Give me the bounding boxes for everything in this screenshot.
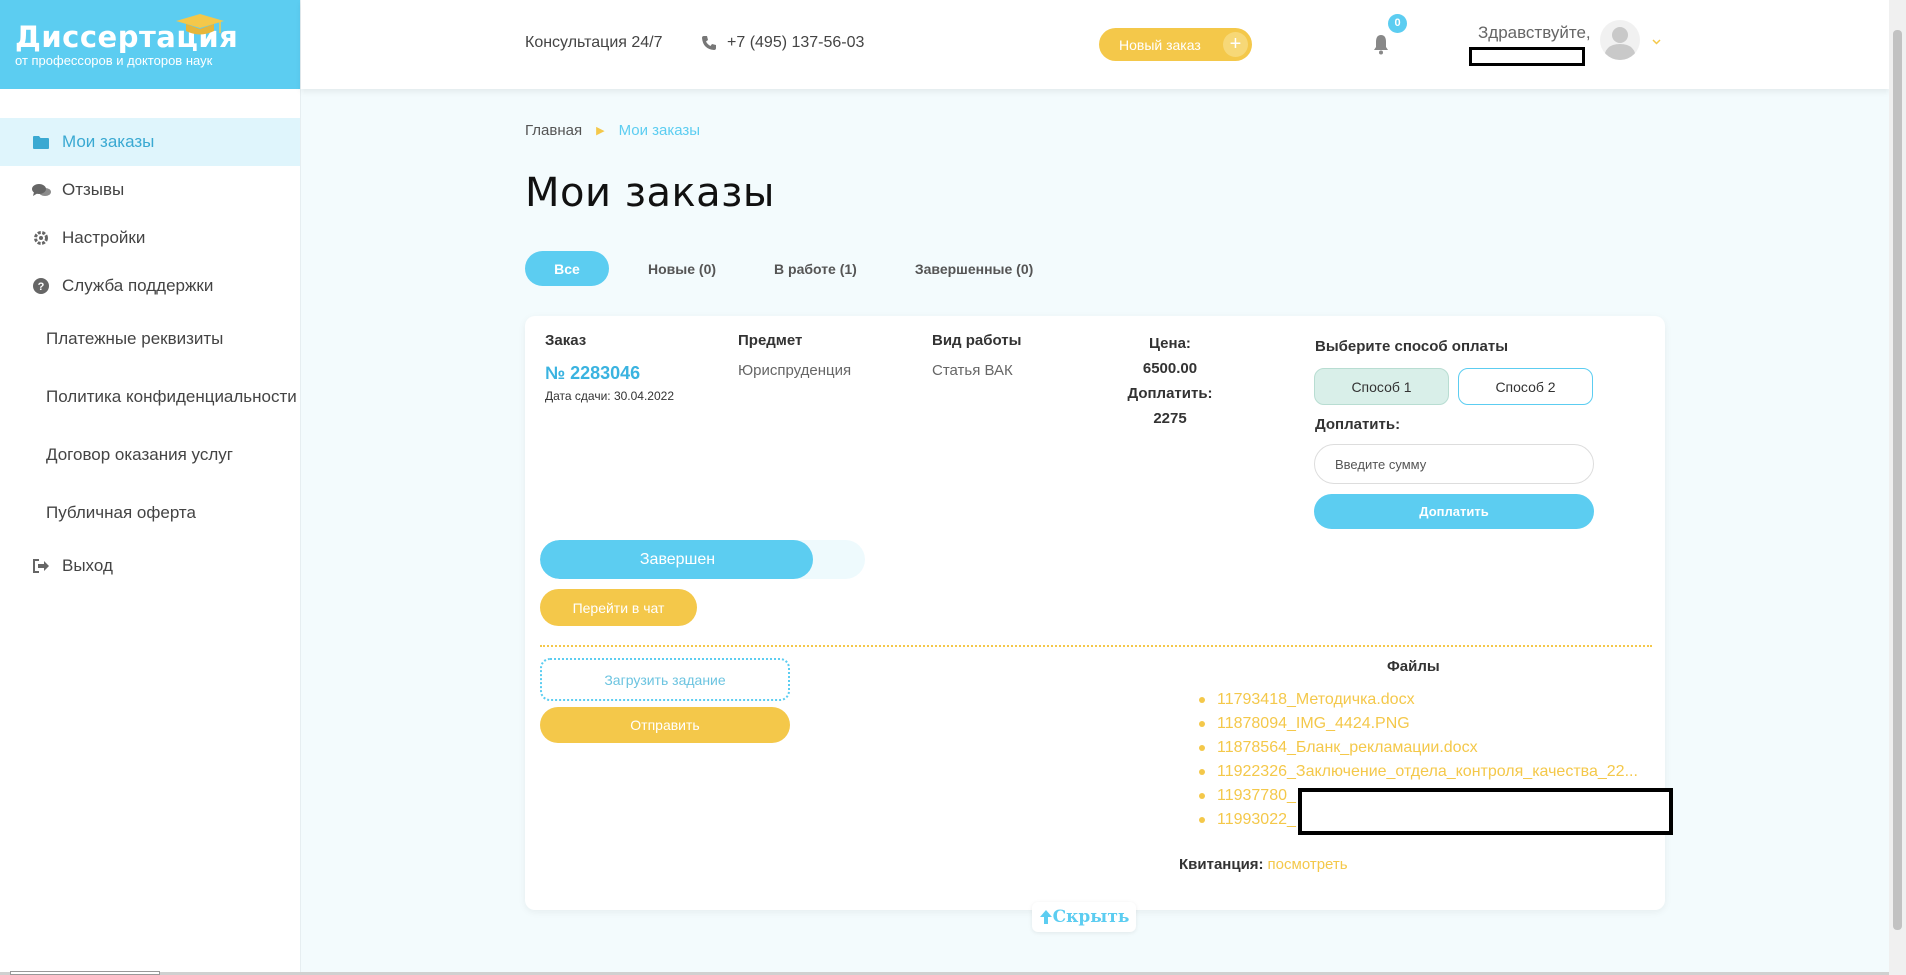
files-title: Файлы	[1387, 658, 1440, 675]
sidebar-item-service-agreement[interactable]: Договор оказания услуг	[0, 426, 300, 484]
graduation-cap-icon	[176, 14, 224, 35]
phone-icon	[702, 36, 716, 50]
payment-method-1-button[interactable]: Способ 1	[1314, 368, 1449, 405]
sidebar-item-reviews[interactable]: Отзывы	[0, 166, 300, 214]
folder-icon	[30, 133, 52, 151]
page-title: Мои заказы	[525, 170, 775, 216]
sidebar-item-label: Политика конфиденциальности	[46, 387, 297, 406]
file-link[interactable]: 11878094_IMG_4424.PNG	[1199, 712, 1639, 736]
payment-method-title: Выберите способ оплаты	[1315, 338, 1509, 355]
notification-count-badge: 0	[1388, 14, 1407, 33]
sidebar-item-label: Платежные реквизиты	[46, 329, 224, 348]
breadcrumb-current: Мои заказы	[618, 122, 701, 139]
hide-button[interactable]: Скрыть	[1032, 902, 1136, 932]
upload-task-button[interactable]: Загрузить задание	[540, 658, 790, 701]
sidebar-item-public-offer[interactable]: Публичная оферта	[0, 484, 300, 542]
sidebar-item-logout[interactable]: Выход	[0, 542, 300, 590]
redacted-file-names	[1298, 788, 1673, 835]
top-header: Консультация 24/7 +7 (495) 137-56-03 Нов…	[301, 0, 1889, 89]
surcharge-label: Доплатить:	[1127, 385, 1213, 402]
price-value: 6500.00	[1142, 360, 1198, 377]
work-type-value: Статья ВАК	[932, 362, 1013, 379]
gear-icon	[30, 229, 52, 247]
brand-name: Диссертация	[15, 20, 239, 54]
sidebar-item-payment-details[interactable]: Платежные реквизиты	[0, 310, 300, 368]
sidebar: Диссертация от профессоров и докторов на…	[0, 0, 301, 975]
sidebar-item-label: Настройки	[62, 228, 146, 247]
horizontal-scrollbar-thumb[interactable]	[10, 971, 160, 975]
tab-in-progress[interactable]: В работе (1)	[755, 251, 876, 286]
svg-text:?: ?	[38, 281, 45, 293]
phone-link[interactable]: +7 (495) 137-56-03	[701, 34, 864, 52]
comments-icon	[30, 181, 52, 199]
sidebar-item-label: Мои заказы	[62, 132, 155, 151]
vertical-scrollbar[interactable]	[1889, 0, 1906, 975]
greeting-text: Здравствуйте,	[1478, 23, 1591, 42]
pay-button[interactable]: Доплатить	[1314, 494, 1594, 529]
new-order-label: Новый заказ	[1119, 36, 1201, 53]
sign-out-icon	[30, 557, 52, 575]
sidebar-item-label: Выход	[62, 556, 113, 575]
redacted-username	[1469, 47, 1585, 66]
chevron-down-icon[interactable]	[1652, 36, 1661, 48]
order-card: Заказ Предмет Вид работы № 2283046 Дата …	[525, 316, 1673, 910]
bell-icon[interactable]	[1371, 33, 1391, 55]
sidebar-menu: Мои заказы Отзывы Настройки ? Служба под…	[0, 118, 300, 590]
sidebar-item-my-orders[interactable]: Мои заказы	[0, 118, 300, 166]
work-type-header: Вид работы	[932, 332, 1022, 349]
subject-value: Юриспруденция	[738, 362, 852, 379]
sidebar-item-label: Служба поддержки	[62, 276, 214, 295]
order-filter-tabs: Все Новые (0) В работе (1) Завершенные (…	[525, 251, 1072, 286]
amount-label: Доплатить:	[1315, 416, 1401, 433]
hide-label: Скрыть	[1052, 907, 1130, 927]
receipt-row: Квитанция: посмотреть	[1179, 856, 1348, 873]
tab-new[interactable]: Новые (0)	[629, 251, 735, 286]
send-button[interactable]: Отправить	[540, 707, 790, 743]
price-header: Цена:	[1149, 335, 1191, 352]
order-number-link[interactable]: № 2283046	[545, 363, 640, 384]
breadcrumb: Главная ▶ Мои заказы	[525, 122, 700, 139]
breadcrumb-home[interactable]: Главная	[525, 122, 582, 139]
plus-icon: +	[1223, 32, 1248, 57]
status-label: Завершен	[639, 551, 716, 568]
logo[interactable]: Диссертация от профессоров и докторов на…	[0, 0, 300, 89]
question-circle-icon: ?	[30, 277, 52, 295]
sidebar-item-settings[interactable]: Настройки	[0, 214, 300, 262]
consultation-text: Консультация 24/7	[525, 34, 663, 51]
payment-method-2-button[interactable]: Способ 2	[1458, 368, 1593, 405]
receipt-view-link[interactable]: посмотреть	[1268, 856, 1348, 873]
sidebar-item-label: Отзывы	[62, 180, 125, 199]
scrollbar-thumb[interactable]	[1893, 30, 1902, 930]
brand-tagline: от профессоров и докторов наук	[15, 53, 213, 68]
amount-input[interactable]	[1314, 444, 1594, 484]
subject-header: Предмет	[738, 332, 803, 349]
receipt-label: Квитанция:	[1179, 856, 1264, 873]
surcharge-value: 2275	[1153, 410, 1187, 427]
avatar[interactable]	[1600, 20, 1640, 60]
arrow-up-icon	[1039, 910, 1052, 924]
divider	[540, 645, 1652, 647]
price-block: Цена: 6500.00 Доплатить: 2275	[1115, 331, 1225, 431]
file-link[interactable]: 11878564_Бланк_рекламации.docx	[1199, 736, 1639, 760]
phone-number: +7 (495) 137-56-03	[727, 34, 865, 51]
tab-all[interactable]: Все	[525, 251, 609, 286]
go-to-chat-button[interactable]: Перейти в чат	[540, 589, 697, 626]
sidebar-item-label: Договор оказания услуг	[46, 445, 233, 464]
order-header: Заказ	[545, 332, 587, 349]
status-progress-bar: Завершен	[540, 540, 865, 579]
user-silhouette-icon	[1604, 27, 1636, 60]
sidebar-item-support[interactable]: ? Служба поддержки	[0, 262, 300, 310]
file-link[interactable]: 11793418_Методичка.docx	[1199, 688, 1639, 712]
new-order-button[interactable]: Новый заказ +	[1099, 28, 1252, 61]
breadcrumb-separator-icon: ▶	[596, 125, 605, 137]
tab-completed[interactable]: Завершенные (0)	[896, 251, 1052, 286]
file-link[interactable]: 11922326_Заключение_отдела_контроля_каче…	[1199, 760, 1639, 784]
sidebar-item-privacy-policy[interactable]: Политика конфиденциальности	[0, 368, 300, 426]
due-date: Дата сдачи: 30.04.2022	[545, 389, 674, 403]
sidebar-item-label: Публичная оферта	[46, 503, 196, 522]
